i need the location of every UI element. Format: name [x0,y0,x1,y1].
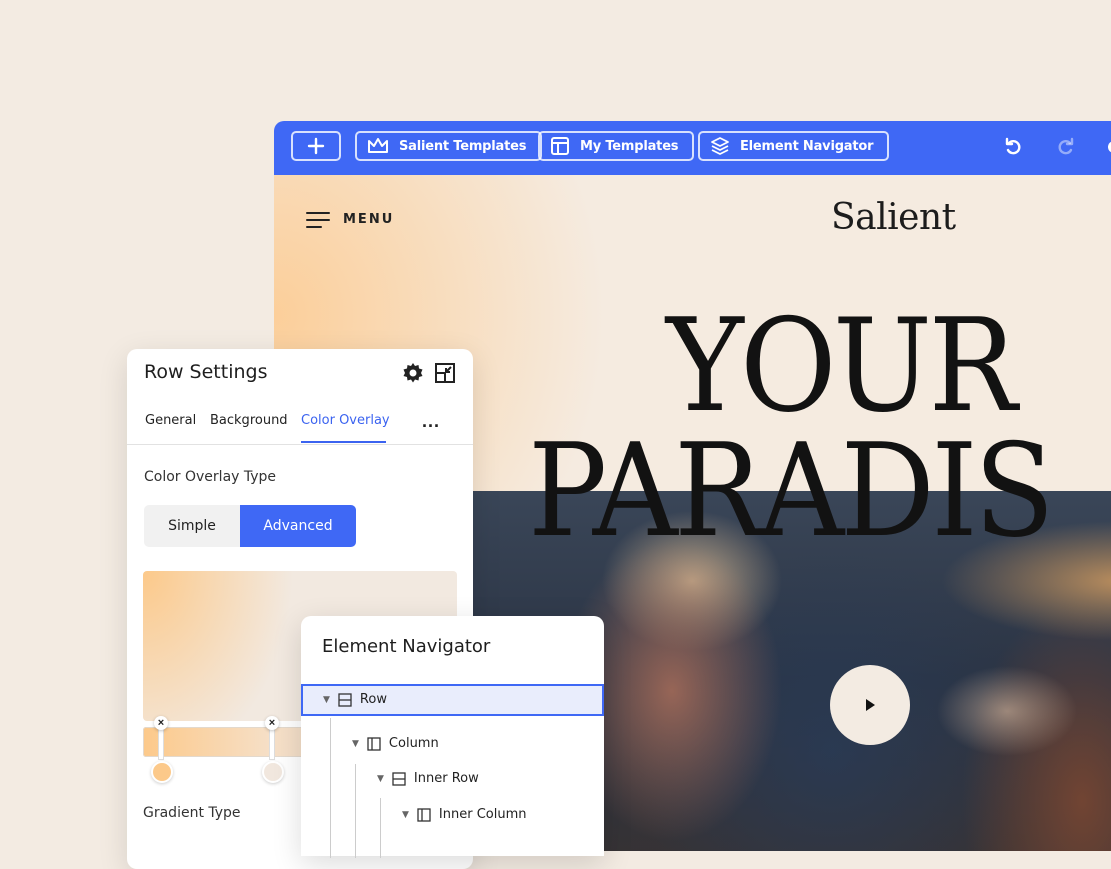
active-tab-indicator [301,441,386,443]
remove-stop-button[interactable]: × [265,716,279,730]
navigator-item-label: Column [388,736,439,751]
row-icon [338,692,352,707]
gear-icon[interactable] [1104,137,1111,157]
caret-down-icon[interactable]: ▼ [402,810,409,820]
tab-color-overlay[interactable]: Color Overlay [301,413,390,428]
layers-icon [711,137,729,155]
add-element-button[interactable] [291,131,341,161]
plus-icon [307,137,325,155]
caret-down-icon[interactable]: ▼ [352,739,359,749]
gradient-stop-color[interactable] [151,761,173,783]
salient-templates-button[interactable]: Salient Templates [355,131,543,161]
gradient-type-label: Gradient Type [143,805,241,821]
salient-templates-label: Salient Templates [399,138,527,154]
tab-background[interactable]: Background [210,413,288,428]
more-tabs-button[interactable]: ... [422,411,440,432]
my-templates-label: My Templates [580,138,679,154]
play-icon [866,699,875,711]
remove-stop-button[interactable]: × [154,716,168,730]
navigator-item-label: Inner Row [413,771,479,786]
navigator-item-column[interactable]: ▼ Column [301,728,604,760]
column-icon [417,807,431,822]
undo-icon[interactable] [1004,137,1024,157]
tab-general[interactable]: General [145,413,196,428]
column-icon [367,736,381,751]
my-templates-button[interactable]: My Templates [538,131,695,161]
simple-segment-button[interactable]: Simple [144,505,240,547]
crown-icon [368,138,388,153]
overlay-type-label: Color Overlay Type [144,469,277,485]
navigator-title: Element Navigator [322,636,491,657]
row-settings-title: Row Settings [144,361,268,383]
headline-line-1: YOUR [666,292,1017,441]
navigator-item-label: Inner Column [438,807,527,822]
settings-gear-icon[interactable] [401,361,425,385]
element-navigator-button[interactable]: Element Navigator [698,131,890,161]
caret-down-icon[interactable]: ▼ [377,774,384,784]
redo-icon[interactable] [1055,137,1075,157]
menu-label[interactable]: MENU [343,212,394,227]
editor-toolbar: Salient Templates My Templates Element N… [274,121,1111,175]
advanced-segment-button[interactable]: Advanced [240,505,356,547]
collapse-panel-icon[interactable] [434,362,456,384]
gradient-stop-color[interactable] [262,761,284,783]
layout-icon [551,137,569,155]
headline-line-2: PARADIS [528,417,1055,566]
navigator-item-inner-row[interactable]: ▼ Inner Row [301,763,604,795]
row-icon [392,771,406,786]
element-navigator-panel: Element Navigator ▼ Row ▼ Column ▼ Inner… [301,616,604,858]
video-play-button[interactable] [830,665,910,745]
site-logo[interactable]: Salient [831,197,956,238]
navigator-item-row[interactable]: ▼ Row [301,684,604,716]
element-navigator-label: Element Navigator [740,138,874,154]
hamburger-icon[interactable] [306,211,330,229]
navigator-item-label: Row [359,692,387,707]
caret-down-icon[interactable]: ▼ [323,695,330,705]
navigator-item-inner-column[interactable]: ▼ Inner Column [301,799,604,831]
